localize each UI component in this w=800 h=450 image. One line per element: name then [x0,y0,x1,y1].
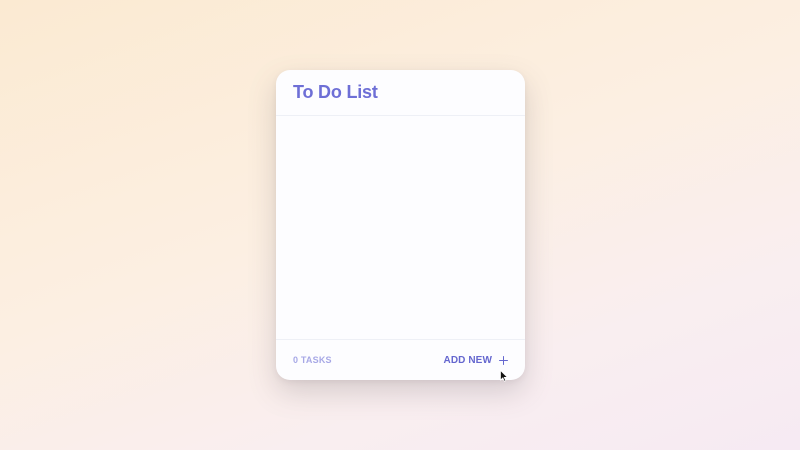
todo-card: To Do List 0 TASKS ADD NEW [276,70,525,380]
task-count-label: 0 TASKS [293,355,332,365]
page-title: To Do List [293,82,378,102]
add-new-button[interactable]: ADD NEW [444,355,508,366]
plus-icon [499,355,508,365]
card-footer: 0 TASKS ADD NEW [276,339,525,380]
card-header: To Do List [276,70,525,116]
task-list [276,116,525,339]
add-new-label: ADD NEW [443,354,492,366]
mouse-cursor-icon [500,370,508,382]
